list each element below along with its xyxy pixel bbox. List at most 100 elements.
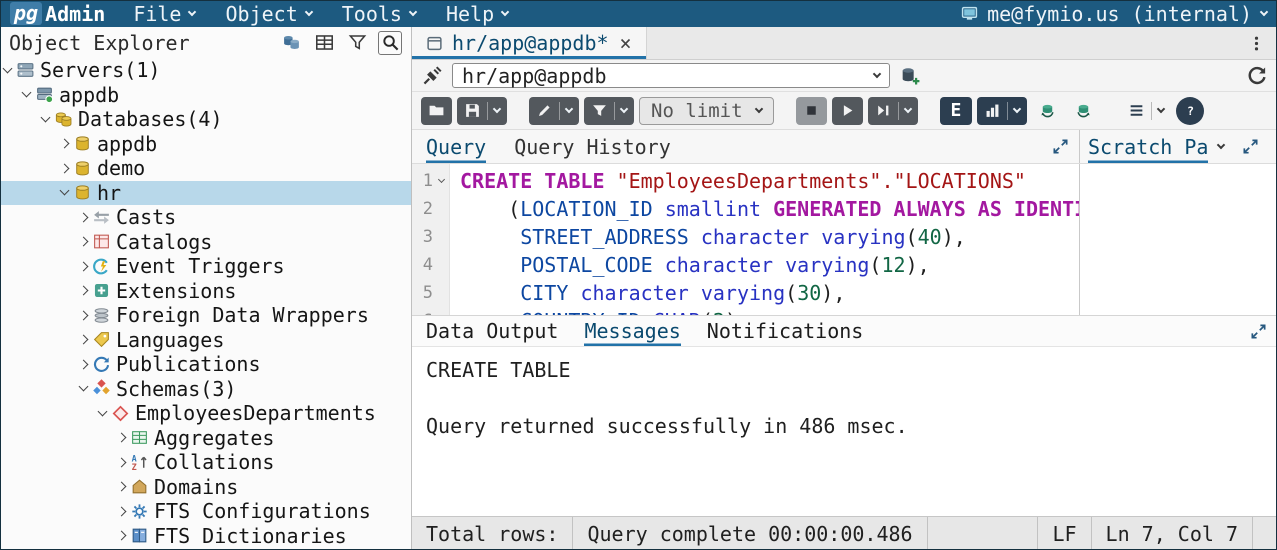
tree-item-label: Foreign Data Wrappers bbox=[116, 303, 369, 327]
save-file-button[interactable] bbox=[457, 97, 507, 125]
tab-title: hr/app@appdb* bbox=[452, 31, 609, 55]
limit-select-button[interactable]: No limit bbox=[639, 97, 774, 125]
question-icon: ? bbox=[1182, 102, 1199, 119]
databases-icon bbox=[54, 110, 73, 129]
tree-item-appdb[interactable]: appdb bbox=[0, 132, 411, 157]
view-properties-icon[interactable] bbox=[312, 31, 336, 55]
new-connection-icon[interactable] bbox=[899, 65, 921, 87]
chevron-down-icon[interactable] bbox=[22, 88, 32, 98]
chevron-right-icon[interactable] bbox=[117, 531, 127, 541]
chevron-down-icon[interactable] bbox=[79, 382, 89, 392]
search-objects-icon[interactable] bbox=[378, 31, 402, 55]
tree-item-foreign-data-wrappers[interactable]: Foreign Data Wrappers bbox=[0, 303, 411, 328]
tree-item-languages[interactable]: Languages bbox=[0, 328, 411, 353]
tree-item-fts-configurations[interactable]: FTS Configurations bbox=[0, 499, 411, 524]
tree-item-casts[interactable]: Casts bbox=[0, 205, 411, 230]
database-icon bbox=[73, 159, 92, 178]
eol-indicator[interactable]: LF bbox=[1038, 522, 1090, 546]
connect-servers-icon[interactable] bbox=[279, 31, 303, 55]
chevron-down-icon[interactable] bbox=[98, 406, 108, 416]
chevron-right-icon[interactable] bbox=[79, 212, 89, 222]
play-icon bbox=[839, 102, 856, 119]
pgadmin-logo: pgAdmin bbox=[10, 2, 105, 26]
execute-script-button[interactable] bbox=[832, 97, 863, 125]
execute-options-button[interactable] bbox=[868, 97, 918, 125]
chevron-right-icon[interactable] bbox=[79, 310, 89, 320]
tree-item-collations[interactable]: AZCollations bbox=[0, 450, 411, 475]
tree-item-publications[interactable]: Publications bbox=[0, 352, 411, 377]
menu-file[interactable]: File bbox=[133, 0, 195, 27]
sql-editor[interactable]: 1234567 CREATE TABLE "EmployeesDepartmen… bbox=[412, 164, 1079, 315]
tree-item-appdb[interactable]: appdb bbox=[0, 83, 411, 108]
edit-button[interactable] bbox=[529, 97, 579, 125]
tree-item-databases-4[interactable]: Databases(4) bbox=[0, 107, 411, 132]
chevron-down-icon bbox=[493, 104, 501, 112]
tab-data-output[interactable]: Data Output bbox=[426, 316, 558, 346]
filter-button[interactable] bbox=[584, 97, 634, 125]
tab-scratch-pad[interactable]: Scratch Pa bbox=[1088, 130, 1208, 163]
account-menu[interactable]: me@fymio.us (internal) bbox=[961, 2, 1267, 26]
chevron-down-icon[interactable] bbox=[60, 186, 70, 196]
connection-select[interactable]: hr/app@appdb bbox=[452, 63, 890, 88]
pencil-icon bbox=[536, 102, 553, 119]
commit-button[interactable] bbox=[1032, 97, 1063, 125]
chevron-right-icon[interactable] bbox=[117, 457, 127, 467]
tree-item-servers-1[interactable]: Servers(1) bbox=[0, 58, 411, 83]
chevron-right-icon[interactable] bbox=[79, 335, 89, 345]
chevron-right-icon[interactable] bbox=[79, 359, 89, 369]
chevron-right-icon[interactable] bbox=[117, 433, 127, 443]
fold-chevron-icon[interactable] bbox=[437, 175, 444, 182]
chevron-down-icon[interactable] bbox=[3, 63, 13, 73]
tab-messages[interactable]: Messages bbox=[584, 316, 680, 346]
cancel-query-button[interactable] bbox=[796, 97, 827, 125]
tab-query[interactable]: Query bbox=[426, 130, 486, 163]
tree-item-label: demo bbox=[97, 156, 145, 180]
more-options-icon[interactable] bbox=[1248, 35, 1265, 52]
tree-item-hr[interactable]: hr bbox=[0, 181, 411, 206]
filter-icon[interactable] bbox=[345, 31, 369, 55]
rollback-button[interactable] bbox=[1068, 97, 1099, 125]
scratch-pad[interactable] bbox=[1079, 164, 1277, 315]
tree-item-domains[interactable]: Domains bbox=[0, 475, 411, 500]
tab-query-tool[interactable]: hr/app@appdb* × bbox=[412, 27, 647, 59]
expand-output-icon[interactable] bbox=[1250, 323, 1267, 340]
chevron-right-icon[interactable] bbox=[60, 163, 70, 173]
explain-analyze-button[interactable] bbox=[977, 97, 1027, 125]
tree-item-event-triggers[interactable]: Event Triggers bbox=[0, 254, 411, 279]
help-button[interactable]: ? bbox=[1176, 97, 1204, 125]
chevron-right-icon[interactable] bbox=[117, 506, 127, 516]
tab-query-history[interactable]: Query History bbox=[514, 130, 671, 163]
tree-item-demo[interactable]: demo bbox=[0, 156, 411, 181]
tree-item-employeesdepartments[interactable]: EmployeesDepartments bbox=[0, 401, 411, 426]
menu-object[interactable]: Object bbox=[225, 0, 311, 27]
chevron-right-icon[interactable] bbox=[79, 237, 89, 247]
tree-item-schemas-3[interactable]: Schemas(3) bbox=[0, 377, 411, 402]
expand-editor-icon[interactable] bbox=[1052, 138, 1069, 155]
chevron-right-icon[interactable] bbox=[79, 286, 89, 296]
expand-scratch-icon[interactable] bbox=[1242, 138, 1259, 155]
chevron-right-icon[interactable] bbox=[60, 139, 70, 149]
stop-icon bbox=[803, 102, 820, 119]
pgadmin-window: pgAdmin File Object Tools Help me@fymio.us … bbox=[0, 0, 1277, 550]
schemas-icon bbox=[92, 379, 111, 398]
tab-close-icon[interactable]: × bbox=[618, 31, 632, 55]
menu-tools[interactable]: Tools bbox=[342, 0, 416, 27]
tree-item-catalogs[interactable]: Catalogs bbox=[0, 230, 411, 255]
refresh-icon[interactable] bbox=[1246, 65, 1268, 87]
tree-item-aggregates[interactable]: Aggregates bbox=[0, 426, 411, 451]
chevron-right-icon[interactable] bbox=[79, 261, 89, 271]
save-icon bbox=[464, 102, 481, 119]
menu-help[interactable]: Help bbox=[446, 0, 508, 27]
tree-item-fts-dictionaries[interactable]: FTS Dictionaries bbox=[0, 524, 411, 549]
query-toolbar: No limit E? bbox=[412, 92, 1277, 130]
tab-notifications[interactable]: Notifications bbox=[707, 316, 864, 346]
chevron-down-icon[interactable] bbox=[41, 112, 51, 122]
editor-code[interactable]: CREATE TABLE "EmployeesDepartments"."LOC… bbox=[450, 164, 1079, 315]
query-complete-label: Query complete 00:00:00.486 bbox=[573, 522, 926, 546]
chevron-down-icon[interactable] bbox=[1217, 140, 1225, 148]
explain-button[interactable]: E bbox=[940, 97, 973, 125]
open-file-button[interactable] bbox=[421, 97, 452, 125]
tree-item-extensions[interactable]: Extensions bbox=[0, 279, 411, 304]
macros-button[interactable] bbox=[1121, 97, 1171, 125]
chevron-right-icon[interactable] bbox=[117, 482, 127, 492]
